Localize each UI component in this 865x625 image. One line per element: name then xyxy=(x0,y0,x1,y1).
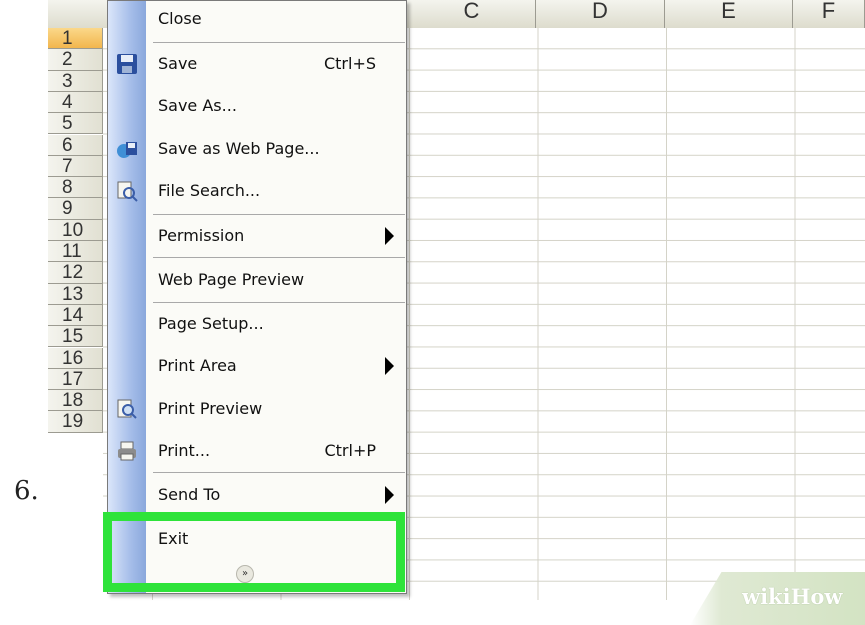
menu-item-page-setup[interactable]: Page Setup... xyxy=(108,304,406,344)
menu-label-page-setup: Page Setup... xyxy=(158,314,264,333)
shortcut-print: Ctrl+P xyxy=(324,441,376,460)
menu-item-print-preview[interactable]: Print Preview xyxy=(108,389,406,429)
row-header-1[interactable]: 1 xyxy=(48,28,103,50)
column-header-d[interactable]: D xyxy=(536,0,665,28)
row-header-13[interactable]: 13 xyxy=(48,283,103,305)
menu-item-file-search[interactable]: File Search... xyxy=(108,171,406,211)
row-header-4[interactable]: 4 xyxy=(48,91,103,114)
menu-item-close[interactable]: Close xyxy=(108,1,406,39)
row-header-column: 1 2 3 4 5 6 7 8 9 10 11 12 13 14 15 16 17 18 19 xyxy=(48,28,103,600)
menu-item-permission[interactable]: Permission xyxy=(108,216,406,256)
menu-label-print-preview: Print Preview xyxy=(158,399,263,418)
menu-separator xyxy=(153,516,405,517)
menu-label-close: Close xyxy=(158,9,202,28)
column-header-e[interactable]: E xyxy=(665,0,793,28)
submenu-arrow-icon xyxy=(385,227,394,245)
file-menu: Close Save Ctrl+S Save As... Save as Web… xyxy=(107,0,407,594)
floppy-disk-icon xyxy=(116,53,138,75)
row-header-7[interactable]: 7 xyxy=(48,155,103,178)
row-header-19[interactable]: 19 xyxy=(48,411,103,433)
menu-item-print-area[interactable]: Print Area xyxy=(108,346,406,386)
submenu-arrow-icon xyxy=(385,486,394,504)
expand-menu-chevron-icon[interactable]: » xyxy=(236,565,254,583)
shortcut-save: Ctrl+S xyxy=(323,54,376,73)
row-header-10[interactable]: 10 xyxy=(48,219,103,241)
menu-item-save[interactable]: Save Ctrl+S xyxy=(108,44,406,84)
row-header-16[interactable]: 16 xyxy=(48,347,103,369)
menu-label-permission: Permission xyxy=(158,226,245,245)
row-header-9[interactable]: 9 xyxy=(48,198,103,220)
row-header-3[interactable]: 3 xyxy=(48,70,103,92)
printer-icon xyxy=(116,440,138,462)
step-number: 6. xyxy=(14,476,39,506)
menu-label-print-area: Print Area xyxy=(158,356,237,375)
menu-separator xyxy=(153,42,405,43)
print-preview-icon xyxy=(116,398,138,420)
row-header-17[interactable]: 17 xyxy=(48,368,103,391)
row-header-12[interactable]: 12 xyxy=(48,262,103,284)
column-header-c[interactable]: C xyxy=(408,0,536,28)
row-header-5[interactable]: 5 xyxy=(48,113,103,135)
wikihow-logo-text: wikiHow xyxy=(742,584,843,609)
submenu-arrow-icon xyxy=(385,357,394,375)
menu-label-save: Save xyxy=(158,54,198,73)
row-header-8[interactable]: 8 xyxy=(48,177,103,199)
menu-label-print: Print... xyxy=(158,441,211,460)
menu-separator xyxy=(153,472,405,473)
row-header-14[interactable]: 14 xyxy=(48,304,103,327)
menu-item-save-as-web-page[interactable]: Save as Web Page... xyxy=(108,129,406,169)
menu-item-print[interactable]: Print... Ctrl+P xyxy=(108,431,406,471)
menu-label-file-search: File Search... xyxy=(158,181,261,200)
file-search-icon xyxy=(116,180,138,202)
menu-item-save-as[interactable]: Save As... xyxy=(108,86,406,126)
row-header-15[interactable]: 15 xyxy=(48,326,103,348)
row-header-18[interactable]: 18 xyxy=(48,390,103,412)
menu-label-save-as: Save As... xyxy=(158,96,237,115)
menu-separator xyxy=(153,302,405,303)
column-header-f[interactable]: F xyxy=(793,0,865,28)
row-header-11[interactable]: 11 xyxy=(48,241,103,263)
menu-item-send-to[interactable]: Send To xyxy=(108,475,406,515)
row-header-2[interactable]: 2 xyxy=(48,49,103,71)
menu-label-exit: Exit xyxy=(158,529,189,548)
menu-label-save-as-web-page: Save as Web Page... xyxy=(158,139,320,158)
row-header-6[interactable]: 6 xyxy=(48,134,103,156)
menu-label-send-to: Send To xyxy=(158,485,221,504)
menu-item-exit[interactable]: Exit » xyxy=(108,521,406,591)
menu-label-web-page-preview: Web Page Preview xyxy=(158,270,305,289)
menu-separator xyxy=(153,257,405,258)
web-page-save-icon xyxy=(116,138,138,160)
menu-separator xyxy=(153,214,405,215)
menu-item-web-page-preview[interactable]: Web Page Preview xyxy=(108,260,406,300)
